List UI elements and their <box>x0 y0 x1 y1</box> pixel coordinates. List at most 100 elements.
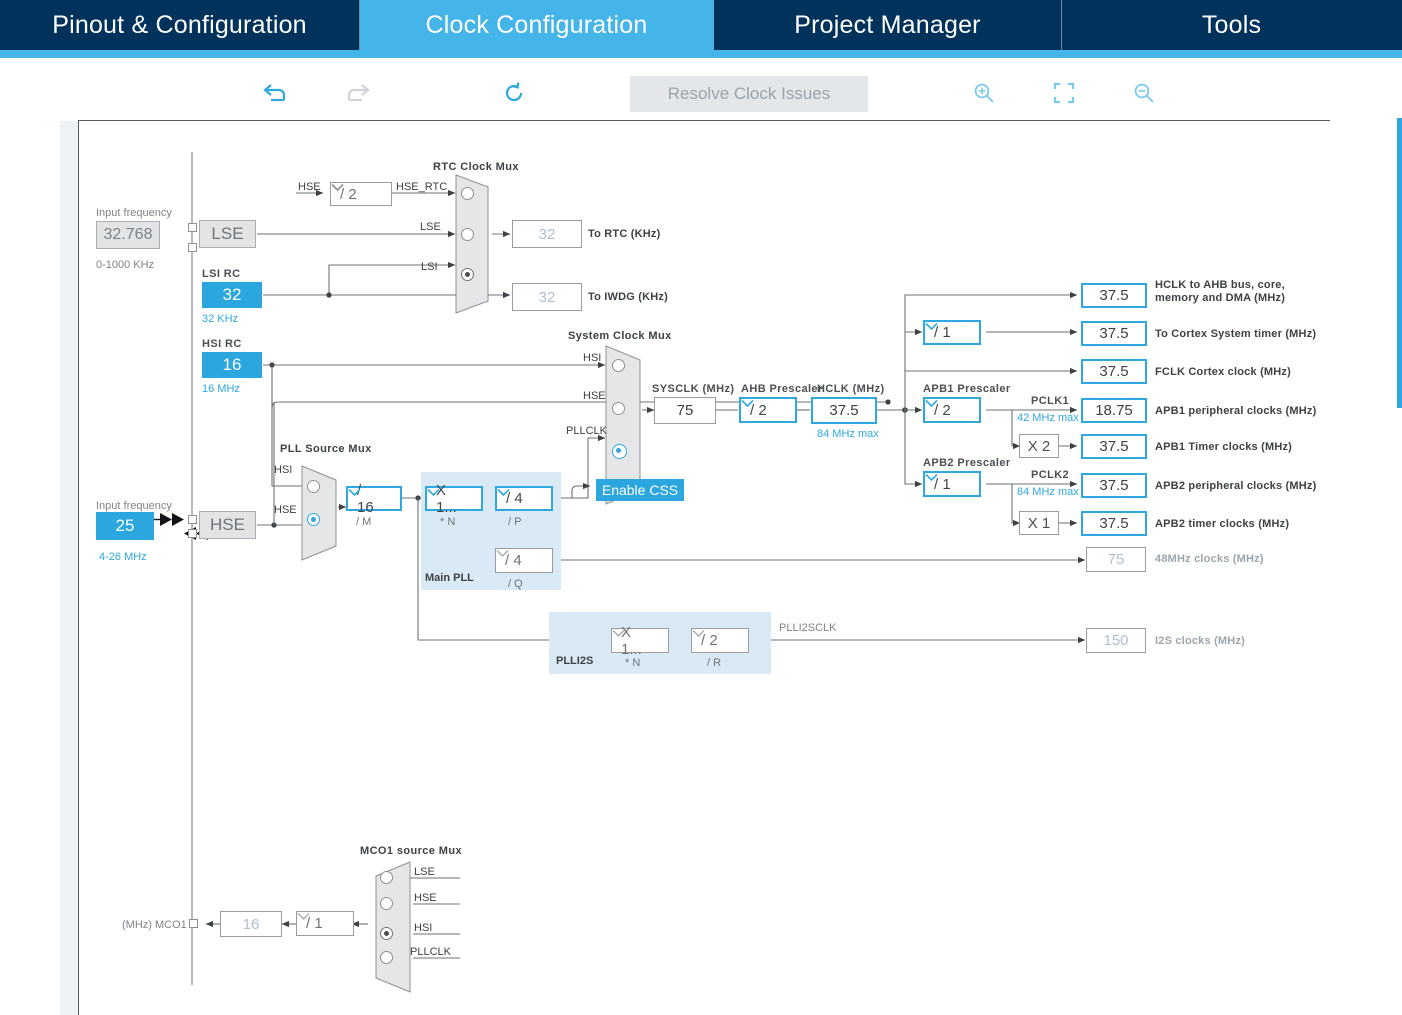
system-clock-mux-input-hsi: HSI <box>583 352 601 364</box>
hsi-value-box[interactable]: 16 <box>202 352 262 378</box>
mco1-input-hsi-label: HSI <box>414 922 432 934</box>
apb1-timer-multiplier-box[interactable]: X 2 <box>1019 434 1059 458</box>
apb2-prescaler-select[interactable]: / 1 <box>923 471 981 497</box>
to-rtc-value-box[interactable]: 32 <box>512 220 582 248</box>
hse-block[interactable]: HSE <box>199 511 256 539</box>
mco1-radio-hse[interactable] <box>380 897 393 910</box>
output-cortex-systimer-value[interactable]: 37.5 <box>1081 321 1147 346</box>
ahb-prescaler-label: AHB Prescaler <box>741 383 823 395</box>
pll-n-multiplier-select[interactable]: X 1... <box>425 486 483 511</box>
output-i2s-label: I2S clocks (MHz) <box>1155 635 1245 648</box>
hclk-max-label: 84 MHz max <box>817 428 879 440</box>
pll-p-prescaler-select[interactable]: / 4 <box>495 486 553 511</box>
pll-source-input-hse-label: HSE <box>274 504 297 516</box>
pll-source-radio-hse[interactable] <box>307 513 320 526</box>
mco1-radio-hsi[interactable] <box>380 927 393 940</box>
lsi-unit-label: 32 KHz <box>202 313 238 325</box>
mco1-output-value-box[interactable]: 16 <box>220 911 282 937</box>
pll-n-value: X 1... <box>427 482 459 516</box>
lse-input-frequency-field[interactable]: 32.768 <box>96 221 160 249</box>
pll-m-value: / 16 <box>348 482 378 516</box>
plli2s-r-prescaler-select[interactable]: / 2 <box>691 628 749 653</box>
to-iwdg-value-box[interactable]: 32 <box>512 283 582 311</box>
main-pll-region-label: Main PLL <box>425 572 474 584</box>
hse-pin-out <box>188 529 197 538</box>
to-iwdg-label: To IWDG (KHz) <box>588 291 668 304</box>
cortex-systick-prescaler-select[interactable]: / 1 <box>923 320 981 345</box>
pclk2-label: PCLK2 <box>1031 469 1069 481</box>
lse-block[interactable]: LSE <box>199 220 256 248</box>
apb2-prescaler-label: APB2 Prescaler <box>923 457 1011 469</box>
ahb-prescaler-select[interactable]: / 2 <box>739 397 797 423</box>
rtc-mux-input-lse-label: LSE <box>420 221 441 233</box>
plli2s-region-label: PLLI2S <box>556 655 593 667</box>
clock-tree-wires <box>0 0 1402 1015</box>
output-fclk-cortex-value[interactable]: 37.5 <box>1081 359 1147 384</box>
lsi-title: LSI RC <box>202 268 240 280</box>
hse-input-frequency-field[interactable]: 25 <box>96 512 154 540</box>
apb1-prescaler-select[interactable]: / 2 <box>923 397 981 423</box>
output-fclk-cortex-label: FCLK Cortex clock (MHz) <box>1155 366 1291 379</box>
plli2s-r-label: / R <box>707 657 721 669</box>
hsi-title: HSI RC <box>202 338 242 350</box>
system-clock-mux-radio-hsi[interactable] <box>612 359 625 372</box>
output-hclk-ahb-label-line2: memory and DMA (MHz) <box>1155 292 1285 304</box>
rtc-hse-rtc-label: HSE_RTC <box>396 181 447 193</box>
system-clock-mux-input-hse: HSE <box>583 390 606 402</box>
pll-m-label: / M <box>356 516 371 528</box>
output-apb1-peripheral-label: APB1 peripheral clocks (MHz) <box>1155 405 1316 418</box>
output-hclk-ahb-label-line1: HCLK to AHB bus, core, <box>1155 279 1285 291</box>
plli2sclk-signal-label: PLLI2SCLK <box>779 622 836 634</box>
apb2-timer-multiplier-box[interactable]: X 1 <box>1019 511 1059 535</box>
hclk-value-box[interactable]: 37.5 <box>811 397 877 424</box>
system-clock-mux-radio-pllclk[interactable] <box>612 444 627 459</box>
hclk-label: HCLK (MHz) <box>817 383 885 395</box>
hse-pin-in <box>188 515 197 524</box>
mco1-radio-lse[interactable] <box>380 871 393 884</box>
output-apb2-timer-label: APB2 timer clocks (MHz) <box>1155 518 1289 531</box>
pll-p-label: / P <box>508 516 521 528</box>
pll-q-prescaler-select[interactable]: / 4 <box>495 548 553 573</box>
output-apb1-timer-value[interactable]: 37.5 <box>1081 434 1147 459</box>
lse-pin-out <box>188 243 197 252</box>
pll-source-radio-hsi[interactable] <box>307 480 320 493</box>
pll-q-label: / Q <box>508 578 523 590</box>
plli2s-n-multiplier-select[interactable]: X 1... <box>611 628 669 653</box>
pll-n-label: * N <box>440 516 455 528</box>
apb1-prescaler-label: APB1 Prescaler <box>923 383 1011 395</box>
system-clock-mux-input-pllclk: PLLCLK <box>566 425 607 437</box>
output-i2s-value[interactable]: 150 <box>1086 628 1146 653</box>
hse-range-label: 4-26 MHz <box>99 551 147 563</box>
rtc-hse-prescaler-select[interactable]: / 2 <box>330 182 392 206</box>
output-cortex-systimer-label: To Cortex System timer (MHz) <box>1155 328 1316 341</box>
lse-input-frequency-label: Input frequency <box>96 207 172 219</box>
mco1-divider-select[interactable]: / 1 <box>296 911 354 936</box>
rtc-mux-radio-lse[interactable] <box>461 228 474 241</box>
rtc-mux-radio-hse-rtc[interactable] <box>461 187 474 200</box>
system-clock-mux-title: System Clock Mux <box>568 330 672 342</box>
hse-input-frequency-label: Input frequency <box>96 500 172 512</box>
sysclk-value-box[interactable]: 75 <box>654 397 716 424</box>
output-48mhz-value[interactable]: 75 <box>1086 547 1146 572</box>
output-apb2-timer-value[interactable]: 37.5 <box>1081 511 1147 536</box>
output-apb1-peripheral-value[interactable]: 18.75 <box>1081 398 1147 423</box>
mco1-radio-pllclk[interactable] <box>380 951 393 964</box>
mco1-input-lse-label: LSE <box>414 866 435 878</box>
output-hclk-ahb-value[interactable]: 37.5 <box>1081 283 1147 308</box>
rtc-clock-mux-title: RTC Clock Mux <box>433 161 519 173</box>
lse-range-label: 0-1000 KHz <box>96 259 154 271</box>
enable-css-button[interactable]: Enable CSS <box>596 479 684 501</box>
pll-source-mux-title: PLL Source Mux <box>280 443 372 455</box>
rtc-mux-radio-lsi[interactable] <box>461 268 474 281</box>
hsi-unit-label: 16 MHz <box>202 383 240 395</box>
mco1-pin-label: (MHz) MCO1 <box>122 919 187 931</box>
lse-pin-in <box>188 223 197 232</box>
lsi-value-box[interactable]: 32 <box>202 282 262 308</box>
output-apb2-peripheral-value[interactable]: 37.5 <box>1081 473 1147 498</box>
pclk2-max-label: 84 MHz max <box>1017 486 1079 498</box>
system-clock-mux-radio-hse[interactable] <box>612 402 625 415</box>
pll-m-prescaler-select[interactable]: / 16 <box>346 486 402 511</box>
sysclk-label: SYSCLK (MHz) <box>652 383 734 395</box>
rtc-mux-input-lsi-label: LSI <box>421 261 438 273</box>
pll-source-input-hsi-label: HSI <box>274 464 292 476</box>
